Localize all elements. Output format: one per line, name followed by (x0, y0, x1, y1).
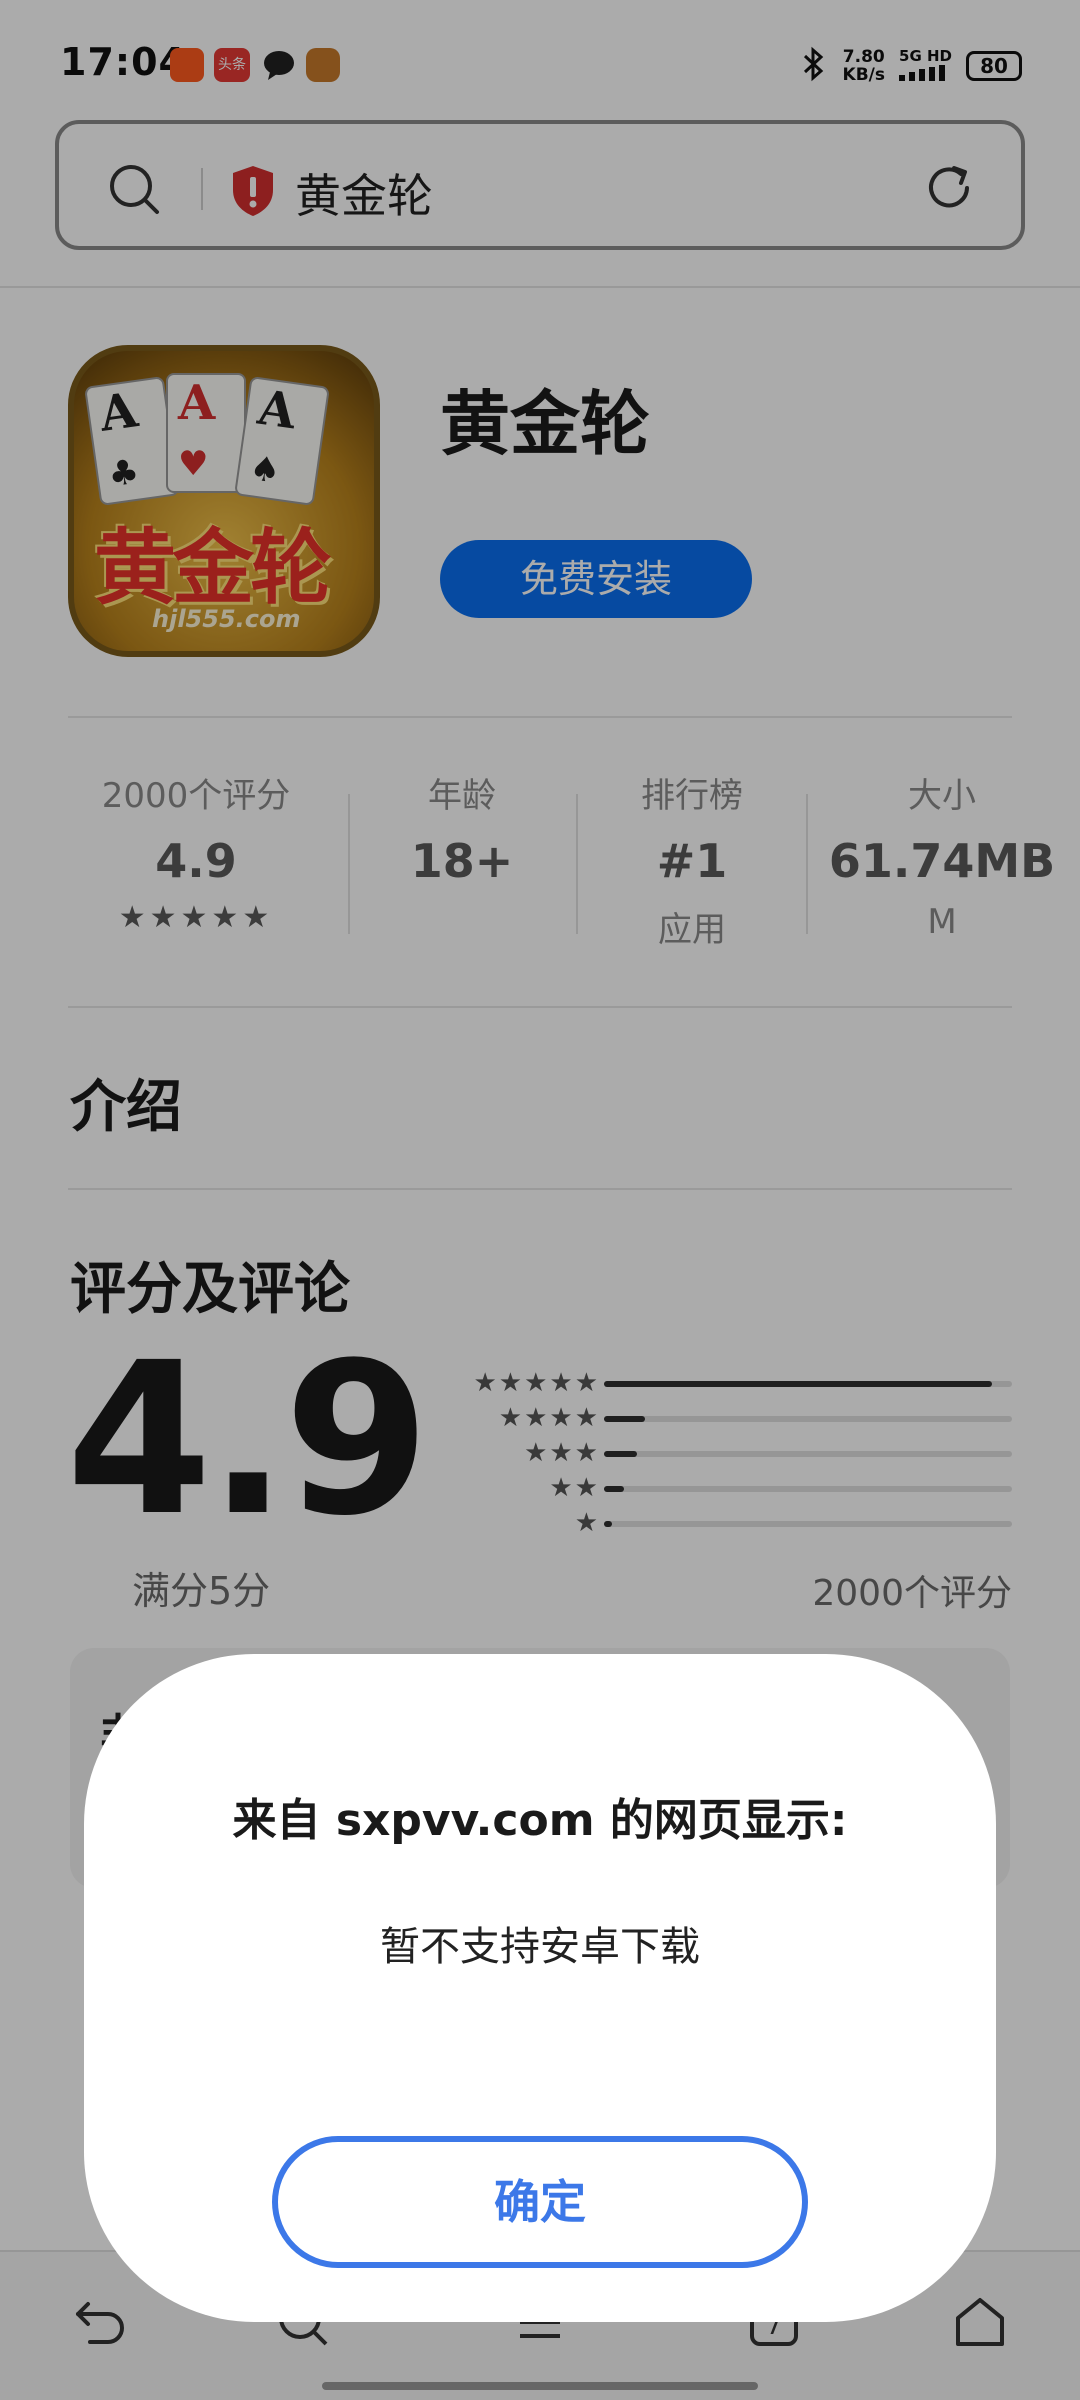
alert-dialog: 来自 sxpvv.com 的网页显示: 暂不支持安卓下载 确定 (84, 1654, 996, 2322)
dialog-confirm-button[interactable]: 确定 (272, 2136, 808, 2268)
dialog-message: 暂不支持安卓下载 (380, 1924, 700, 1970)
dialog-title: 来自 sxpvv.com 的网页显示: (232, 1795, 848, 1846)
